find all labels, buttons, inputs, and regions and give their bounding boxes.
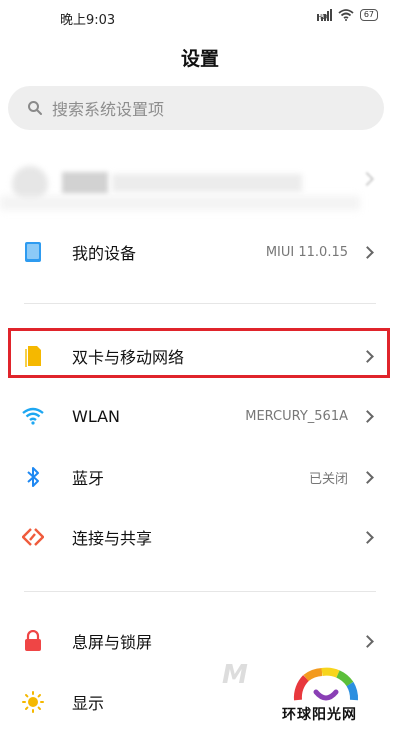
row-my-device[interactable]: 我的设备 MIUI 11.0.15 (0, 222, 400, 282)
search-placeholder: 搜索系统设置项 (52, 100, 165, 119)
chevron-right-icon (361, 634, 374, 648)
watermark-logo-icon (293, 667, 359, 701)
row-label: 显示 (72, 694, 105, 713)
account-row[interactable] (0, 160, 400, 210)
chevron-right-icon (361, 245, 374, 259)
chevron-right-icon (361, 470, 374, 484)
chevron-right-icon (359, 171, 375, 187)
row-label: 息屏与锁屏 (72, 633, 153, 652)
chevron-right-icon (361, 530, 374, 544)
device-icon (22, 241, 44, 263)
battery-indicator: 67 (359, 9, 378, 21)
chevron-right-icon (361, 409, 374, 423)
row-label: 我的设备 (72, 244, 137, 263)
account-info-blurred (112, 174, 302, 192)
account-shadow-blurred (0, 196, 360, 210)
row-bluetooth[interactable]: 蓝牙 已关闭 (0, 447, 400, 507)
divider (24, 591, 376, 592)
connection-share-icon (22, 526, 44, 548)
watermark-text: 环球阳光网 (282, 707, 357, 723)
page-title: 设置 (180, 48, 219, 70)
row-wlan[interactable]: WLAN MERCURY_561A (0, 386, 400, 446)
sun-icon (22, 691, 44, 713)
divider (24, 303, 376, 304)
row-label: WLAN (72, 406, 121, 426)
signal-icon: HD (316, 9, 332, 21)
watermark-mark: M (222, 660, 248, 690)
row-label: 连接与共享 (72, 529, 153, 548)
row-connection-share[interactable]: 连接与共享 (0, 507, 400, 567)
search-icon (26, 99, 44, 117)
bluetooth-icon (22, 466, 44, 488)
row-value: MERCURY_561A (245, 408, 348, 424)
lock-icon (22, 630, 44, 652)
wifi-icon (22, 405, 44, 427)
row-label: 蓝牙 (72, 469, 105, 488)
status-time: 晚上9:03 (60, 13, 116, 28)
status-bar: 晚上9:03 HD 67 (0, 0, 400, 34)
highlight-box (8, 328, 390, 378)
row-value: 已关闭 (308, 471, 348, 487)
search-bar[interactable]: 搜索系统设置项 (8, 86, 384, 130)
row-value: MIUI 11.0.15 (265, 244, 348, 260)
account-name-blurred (62, 172, 108, 194)
status-icons: HD 67 (316, 9, 378, 21)
wifi-status-icon (338, 9, 354, 21)
